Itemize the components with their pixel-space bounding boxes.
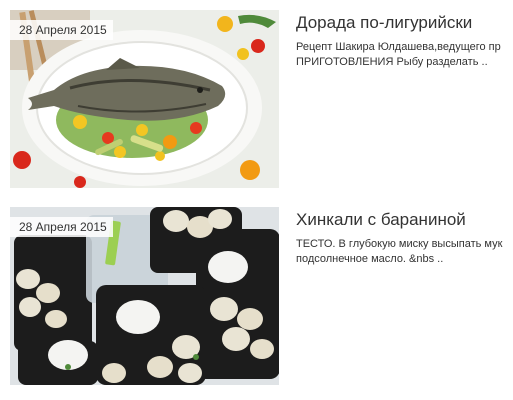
article-card: 28 Апреля 2015 Дорада по-лигурийски Реце… — [0, 10, 513, 192]
excerpt-line: ТЕСТО. В глубокую миску высыпать мук — [296, 238, 503, 250]
excerpt-line: Рецепт Шакира Юлдашева,ведущего пр — [296, 41, 501, 53]
article-title[interactable]: Хинкали с бараниной — [296, 209, 466, 231]
date-badge: 28 Апреля 2015 — [10, 217, 113, 237]
excerpt-line: подсолнечное масло. &nbs .. — [296, 253, 444, 265]
article-card: 28 Апреля 2015 Хинкали с бараниной ТЕСТО… — [0, 207, 513, 389]
excerpt-line: ПРИГОТОВЛЕНИЯ Рыбу разделать .. — [296, 56, 488, 68]
article-excerpt: Рецепт Шакира Юлдашева,ведущего пр ПРИГО… — [296, 40, 513, 70]
article-excerpt: ТЕСТО. В глубокую миску высыпать мук под… — [296, 237, 513, 267]
recipe-feed: 28 Апреля 2015 Дорада по-лигурийски Реце… — [0, 0, 513, 400]
date-badge: 28 Апреля 2015 — [10, 20, 113, 40]
article-title[interactable]: Дорада по-лигурийски — [296, 12, 472, 34]
